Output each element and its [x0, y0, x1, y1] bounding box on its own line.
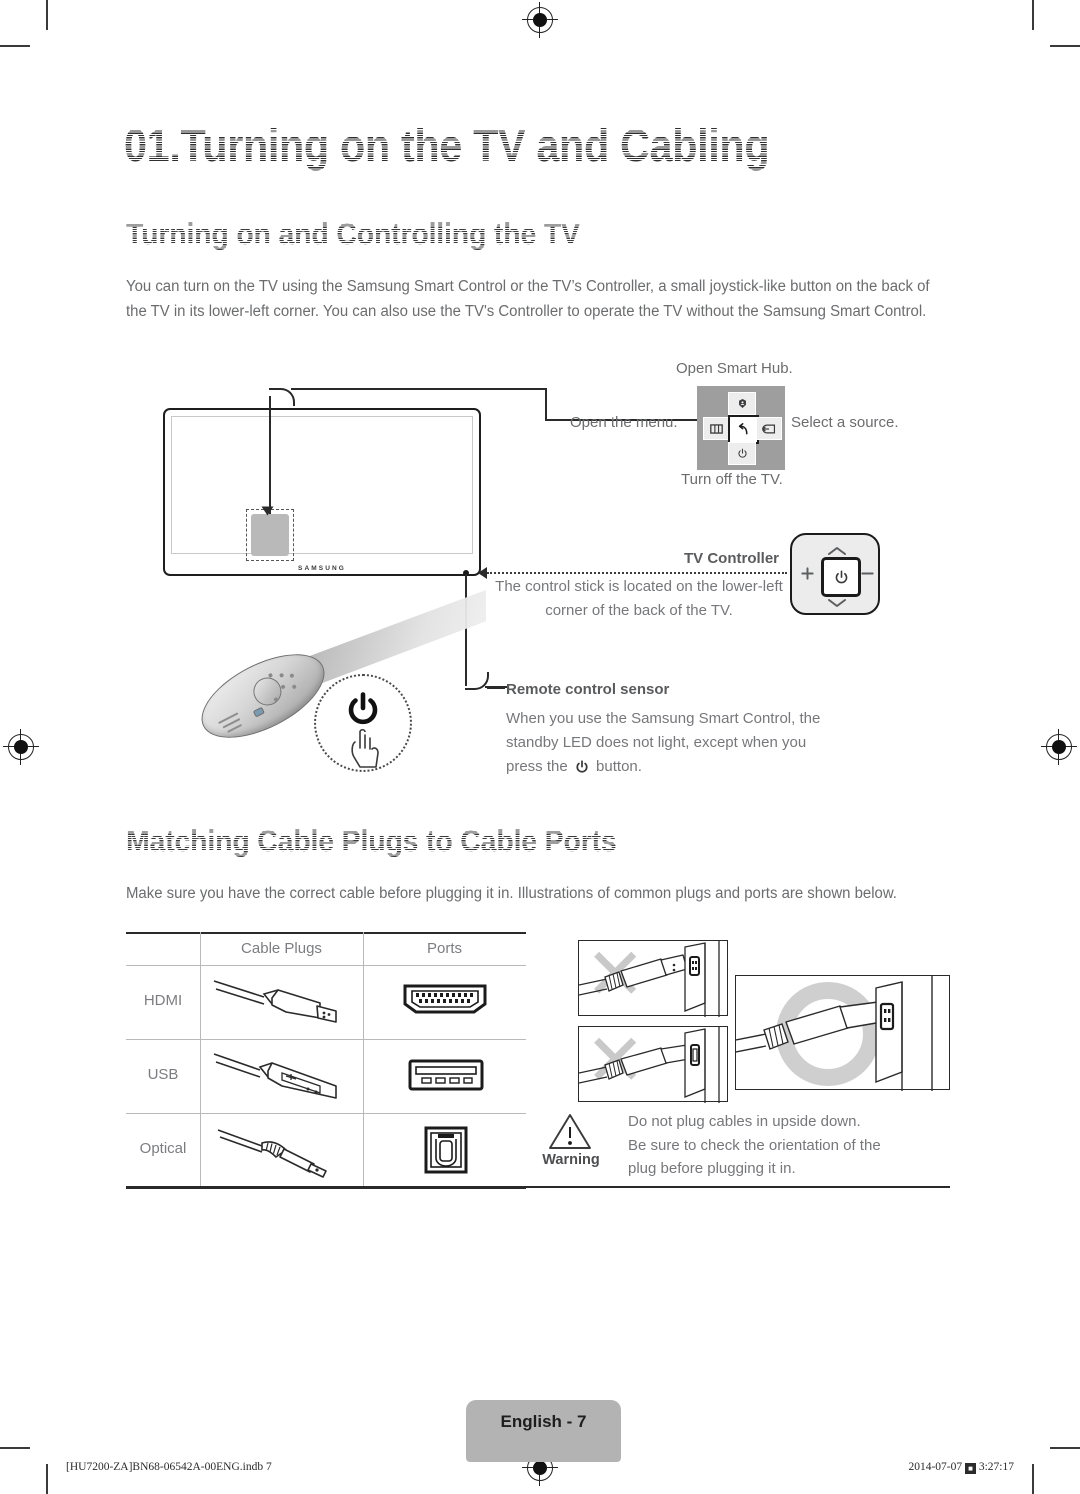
footer-separator-glyph: ■: [964, 1463, 976, 1474]
hdmi-port-icon: [402, 982, 488, 1021]
registration-mark-left: [3, 729, 39, 765]
hand-pressing-icon: [338, 726, 390, 770]
footer-timestamp: 2014-07-07 ■ 3:27:17: [908, 1461, 1014, 1474]
callout-select-a-source: Select a source.: [791, 414, 899, 431]
optical-port-icon: [424, 1126, 468, 1179]
remote-control-sensor-label: Remote control sensor: [506, 681, 670, 698]
page-number-pill: English - 7: [466, 1400, 621, 1462]
chapter-title: 01.Turning on the TV and Cabling: [122, 118, 772, 174]
crop-mark-top-left-v: [46, 0, 48, 30]
crop-mark-top-right-h: [1050, 45, 1080, 47]
table-row-label-hdmi: HDMI: [143, 992, 183, 1009]
section-heading-turning-on: Turning on and Controlling the TV: [124, 217, 582, 253]
tv-brand-label: SAMSUNG: [298, 565, 346, 572]
return-button[interactable]: [728, 415, 759, 444]
warning-line-3: plug before plugging it in.: [628, 1160, 796, 1177]
tv-controller-stick: [790, 533, 880, 615]
hdmi-plug-icon: [212, 972, 352, 1039]
source-button[interactable]: [756, 417, 782, 440]
volume-up-plus-icon: [800, 566, 815, 584]
leader-line-to-mini-controller: [545, 388, 547, 421]
remote-sensor-line-3: press the button.: [506, 755, 642, 782]
crop-mark-bottom-left-v: [46, 1464, 48, 1494]
warning-label: Warning: [542, 1152, 600, 1168]
manual-page: 01.Turning on the TV and Cabling Turning…: [0, 0, 1080, 1494]
inline-power-icon: [575, 758, 589, 782]
remote-sensor-line-3-suffix: button.: [596, 758, 642, 775]
crop-mark-bottom-right-h: [1050, 1447, 1080, 1449]
usb-port-icon: [408, 1058, 484, 1097]
controller-power-button[interactable]: [821, 557, 861, 597]
volume-down-minus-icon: [860, 566, 875, 584]
leader-arrow-controller: [261, 506, 274, 516]
leader-dotted-tv-controller: [487, 572, 787, 574]
footer-date: 2014-07-07: [908, 1461, 963, 1473]
power-icon: [345, 692, 381, 728]
warning-text: Do not plug cables in upside down. Be su…: [628, 1110, 881, 1181]
callout-turn-off-the-tv: Turn off the TV.: [681, 471, 783, 488]
orientation-panel-correct: [735, 975, 950, 1091]
table-row-label-optical: Optical: [139, 1140, 187, 1157]
leader-arrow-tv-controller: [478, 567, 487, 579]
leader-line-led-vertical: [465, 574, 467, 686]
controller-location-fill: [251, 514, 289, 556]
usb-plug-icon: [212, 1046, 352, 1113]
registration-mark-top: [522, 2, 558, 38]
crop-mark-top-left-h: [0, 45, 30, 47]
table-header-cable-plugs: Cable Plugs: [241, 940, 322, 957]
remote-sensor-line-1: When you use the Samsung Smart Control, …: [506, 710, 821, 727]
tv-controller-button-map: [697, 386, 785, 470]
smart-hub-button[interactable]: [728, 392, 756, 415]
callout-open-smart-hub: Open Smart Hub.: [676, 360, 793, 377]
section-heading-matching-cables: Matching Cable Plugs to Cable Ports: [124, 824, 619, 860]
tv-illustration: SAMSUNG: [163, 408, 481, 576]
table-header-ports: Ports: [426, 940, 462, 957]
crop-mark-bottom-left-h: [0, 1447, 30, 1449]
footer-file-reference: [HU7200-ZA]BN68-06542A-00ENG.indb 7: [66, 1461, 272, 1473]
footer-time: 3:27:17: [978, 1461, 1014, 1473]
table-bottom-rule: [126, 1186, 950, 1189]
leader-line-controller-curve: [269, 388, 295, 406]
chevron-down-icon: [827, 595, 847, 607]
orientation-panel-wrong-usb: ✕: [578, 1025, 728, 1103]
crop-mark-bottom-right-v: [1032, 1464, 1034, 1494]
tv-controller-description: The control stick is located on the lowe…: [495, 578, 783, 619]
crop-mark-top-right-v: [1032, 0, 1034, 30]
table-row-label-usb: USB: [147, 1066, 179, 1083]
page-number-label: English - 7: [500, 1412, 587, 1431]
remote-sensor-dash: [487, 687, 505, 689]
orientation-panel-wrong-hdmi: ✕: [578, 939, 728, 1017]
section-intro-matching-cables: Make sure you have the correct cable bef…: [126, 885, 897, 902]
warning-line-2: Be sure to check the orientation of the: [628, 1136, 881, 1154]
remote-sensor-line-3-prefix: press the: [506, 758, 568, 775]
menu-button[interactable]: [703, 417, 729, 440]
tv-controller-label: TV Controller: [684, 550, 780, 567]
section-intro-turning-on: You can turn on the TV using the Samsung…: [126, 278, 930, 320]
leader-line-controller-vertical: [269, 396, 271, 514]
leader-line-controller-horizontal: [291, 388, 547, 390]
power-off-button[interactable]: [728, 442, 756, 465]
callout-open-the-menu: Open the menu.: [570, 414, 678, 431]
optical-plug-icon: [216, 1122, 356, 1187]
registration-mark-right: [1041, 729, 1077, 765]
chevron-up-icon: [827, 543, 847, 555]
warning-triangle-icon: [548, 1112, 592, 1150]
warning-line-1: Do not plug cables in upside down.: [628, 1113, 861, 1130]
remote-sensor-line-2: standby LED does not light, except when …: [506, 734, 807, 751]
